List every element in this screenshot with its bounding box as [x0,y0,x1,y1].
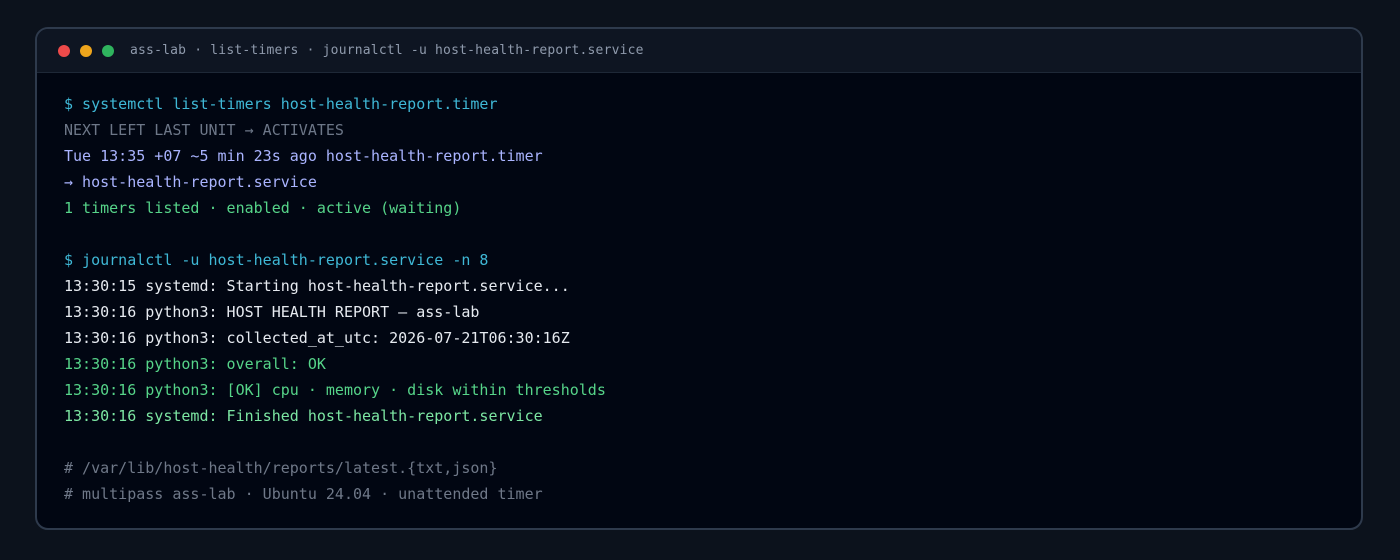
list-timers-command: $ systemctl list-timers host-health-repo… [64,95,498,113]
journal-line: 13:30:15 systemd: Starting host-health-r… [64,277,570,295]
journal-line-overall: 13:30:16 python3: overall: OK [64,355,326,373]
comment-line: # /var/lib/host-health/reports/latest.{t… [64,459,498,477]
journal-line: 13:30:16 python3: collected_at_utc: 2026… [64,329,570,347]
title-bar: ass-lab · list-timers · journalctl -u ho… [37,29,1361,73]
timers-status: 1 timers listed · enabled · active (wait… [64,199,462,217]
minimize-window-button[interactable] [80,44,92,57]
comment-line: # multipass ass-lab · Ubuntu 24.04 · una… [64,485,543,503]
maximize-window-button[interactable] [102,44,114,57]
terminal-output[interactable]: $ systemctl list-timers host-health-repo… [37,73,1361,507]
timers-table-header: NEXT LEFT LAST UNIT → ACTIVATES [64,121,344,139]
close-window-button[interactable] [58,44,70,57]
journal-line-thresholds: 13:30:16 python3: [OK] cpu · memory · di… [64,381,606,399]
terminal-window: ass-lab · list-timers · journalctl -u ho… [35,27,1363,530]
journal-line: 13:30:16 python3: HOST HEALTH REPORT — a… [64,303,480,321]
journal-line-finished: 13:30:16 systemd: Finished host-health-r… [64,407,543,425]
window-title: ass-lab · list-timers · journalctl -u ho… [130,43,644,58]
journalctl-command: $ journalctl -u host-health-report.servi… [64,251,489,269]
timer-row: Tue 13:35 +07 ~5 min 23s ago host-health… [64,147,543,165]
timer-activates: → host-health-report.service [64,173,317,191]
